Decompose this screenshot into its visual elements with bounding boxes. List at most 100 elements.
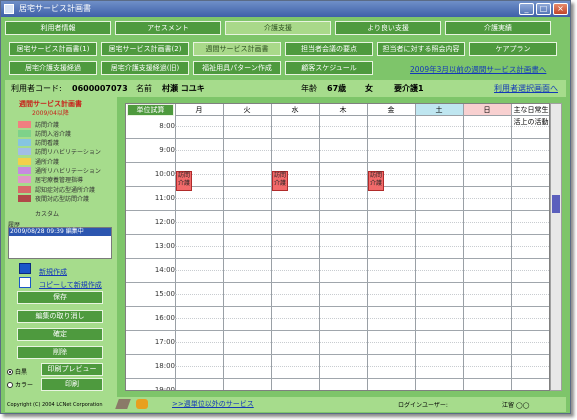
submenu-care-plan[interactable]: ケアプラン — [469, 42, 557, 56]
legend-swatch — [18, 194, 31, 202]
schedule-event[interactable]: 訪問介護 — [176, 171, 192, 192]
submenu-customer-schedule[interactable]: 顧客スケジュール — [285, 61, 373, 75]
time-label: 13:00 — [154, 242, 175, 250]
half-hour-gridline — [175, 150, 549, 151]
radio-color[interactable]: カラー — [7, 380, 33, 389]
menu-care-support[interactable]: 介護支援 — [225, 21, 331, 35]
legend-item: 認知症対応型通所介護 — [18, 185, 95, 194]
old-weekly-plan-link[interactable]: 2009年3月以前の週間サービス計画書へ — [410, 64, 546, 75]
user-age: 67歳 — [327, 84, 347, 93]
hour-gridline — [126, 210, 549, 211]
half-hour-gridline — [175, 366, 549, 367]
legend-item: 夜間対応型訪問介護 — [18, 194, 90, 203]
copy-doc-icon — [19, 277, 31, 288]
day-header: 水 — [271, 104, 319, 116]
hour-gridline — [126, 378, 549, 379]
submenu-plan-2[interactable]: 居宅サービス計画書(2) — [101, 42, 189, 56]
radio-bw[interactable]: 白黒 — [7, 367, 27, 376]
tool-icon[interactable] — [136, 399, 148, 409]
legend-swatch — [18, 157, 31, 165]
cancel-edit-button[interactable]: 編集の取り消し — [17, 310, 103, 323]
time-label: 9:00 — [159, 146, 175, 154]
submenu-plan-1[interactable]: 居宅サービス計画書(1) — [9, 42, 97, 56]
minimize-button[interactable]: _ — [519, 3, 534, 15]
half-hour-gridline — [175, 342, 549, 343]
left-panel: 週間サービス計画書 2009/04以降 訪問介護 訪問入浴介護 訪問看護 訪問リハビリ… — [5, 97, 117, 397]
other-service-link[interactable]: >>週単位以外のサービス — [172, 399, 254, 409]
user-name: 村瀬 コユキ — [162, 84, 205, 93]
hour-gridline — [126, 138, 549, 139]
time-label: 19:00 — [154, 386, 175, 391]
submenu-meeting-points[interactable]: 担当者会議の要点 — [285, 42, 373, 56]
maximize-button[interactable]: □ — [536, 3, 551, 15]
radio-color-dot — [7, 381, 13, 388]
schedule-scrollbar[interactable] — [550, 103, 562, 391]
history-list[interactable]: 2009/08/28 09:39 編集中 — [8, 227, 112, 259]
copyright-text: Copyright (C) 2004 LCNet Corporation — [7, 402, 103, 408]
menu-assessment[interactable]: アセスメント — [115, 21, 221, 35]
hour-gridline — [126, 354, 549, 355]
submenu-weekly-plan[interactable]: 週間サービス計画書 — [193, 42, 281, 56]
time-label: 14:00 — [154, 266, 175, 274]
user-select-link[interactable]: 利用者選択画面へ — [494, 80, 558, 97]
print-button[interactable]: 印刷 — [41, 378, 103, 391]
user-sex: 女 — [365, 84, 373, 93]
print-preview-button[interactable]: 印刷プレビュー — [41, 363, 103, 376]
legend-swatch — [18, 148, 31, 156]
half-hour-gridline — [175, 246, 549, 247]
time-label: 8:00 — [159, 122, 175, 130]
half-hour-gridline — [175, 294, 549, 295]
hour-gridline — [126, 306, 549, 307]
time-label: 16:00 — [154, 314, 175, 322]
menu-better-support[interactable]: より良い支援 — [335, 21, 441, 35]
schedule-event[interactable]: 訪問介護 — [368, 171, 384, 192]
close-button[interactable]: × — [553, 3, 568, 15]
unit-calc-button[interactable]: 単位試算 — [127, 104, 174, 116]
legend-swatch — [18, 185, 31, 193]
schedule-event[interactable]: 訪問介護 — [272, 171, 288, 192]
hour-gridline — [126, 282, 549, 283]
login-label: ログインユーザー: — [398, 402, 448, 409]
time-label: 10:00 — [154, 170, 175, 178]
hour-gridline — [126, 234, 549, 235]
half-hour-gridline — [175, 126, 549, 127]
legend-label: 夜間対応型訪問介護 — [35, 195, 90, 203]
submenu-support-progress-old[interactable]: 居宅介護支援経過(旧) — [101, 61, 189, 75]
day-header: 月 — [175, 104, 223, 116]
legend-item: 居宅療養管理指導 — [18, 176, 83, 184]
window-title: 居宅サービス計画書 — [19, 4, 91, 13]
legend-label: 訪問看護 — [35, 140, 60, 148]
day-header: 日 — [463, 104, 511, 116]
legend-item: 訪問リハビリテーション — [18, 148, 101, 156]
title-bar: 居宅サービス計画書 _ □ × — [1, 1, 570, 17]
menu-user-info[interactable]: 利用者情報 — [5, 21, 111, 35]
delete-button[interactable]: 削除 — [17, 346, 103, 359]
new-create-link[interactable]: 新規作成 — [39, 267, 67, 277]
day-column-divider — [223, 104, 224, 390]
user-info-bar: 利用者コード: 0600007073 名前 村瀬 コユキ 年齢 67歳 女 要介… — [5, 80, 566, 97]
time-label: 17:00 — [154, 338, 175, 346]
legend-label: 通所リハビリテーション — [35, 168, 101, 175]
pen-icon[interactable] — [115, 399, 131, 409]
legend-item: 訪問介護 — [18, 120, 59, 129]
form-subtitle: 2009/04以降 — [32, 110, 69, 117]
care-level: 要介護1 — [394, 84, 424, 93]
new-doc-icon — [19, 263, 31, 274]
submenu-welfare-pattern[interactable]: 福祉用具パターン作成 — [193, 61, 281, 75]
window-controls: _ □ × — [519, 3, 568, 15]
confirm-button[interactable]: 確定 — [17, 328, 103, 341]
history-item[interactable]: 2009/08/28 09:39 編集中 — [9, 228, 111, 236]
activity-header: 主な日常生活上の活動 — [511, 104, 549, 126]
half-hour-gridline — [175, 270, 549, 271]
save-button[interactable]: 保存 — [17, 291, 103, 304]
half-hour-gridline — [175, 318, 549, 319]
submenu-support-progress[interactable]: 居宅介護支援経過 — [9, 61, 97, 75]
scrollbar-thumb[interactable] — [552, 195, 560, 213]
copy-new-link[interactable]: コピーして新規作成 — [39, 280, 102, 290]
day-column-divider — [175, 104, 176, 390]
age-label: 年齢 — [301, 84, 317, 93]
menu-care-record[interactable]: 介護実績 — [445, 21, 551, 35]
submenu-inquiry[interactable]: 担当者に対する照会内容 — [377, 42, 465, 56]
day-header: 火 — [223, 104, 271, 116]
radio-bw-label: 白黒 — [15, 369, 28, 376]
